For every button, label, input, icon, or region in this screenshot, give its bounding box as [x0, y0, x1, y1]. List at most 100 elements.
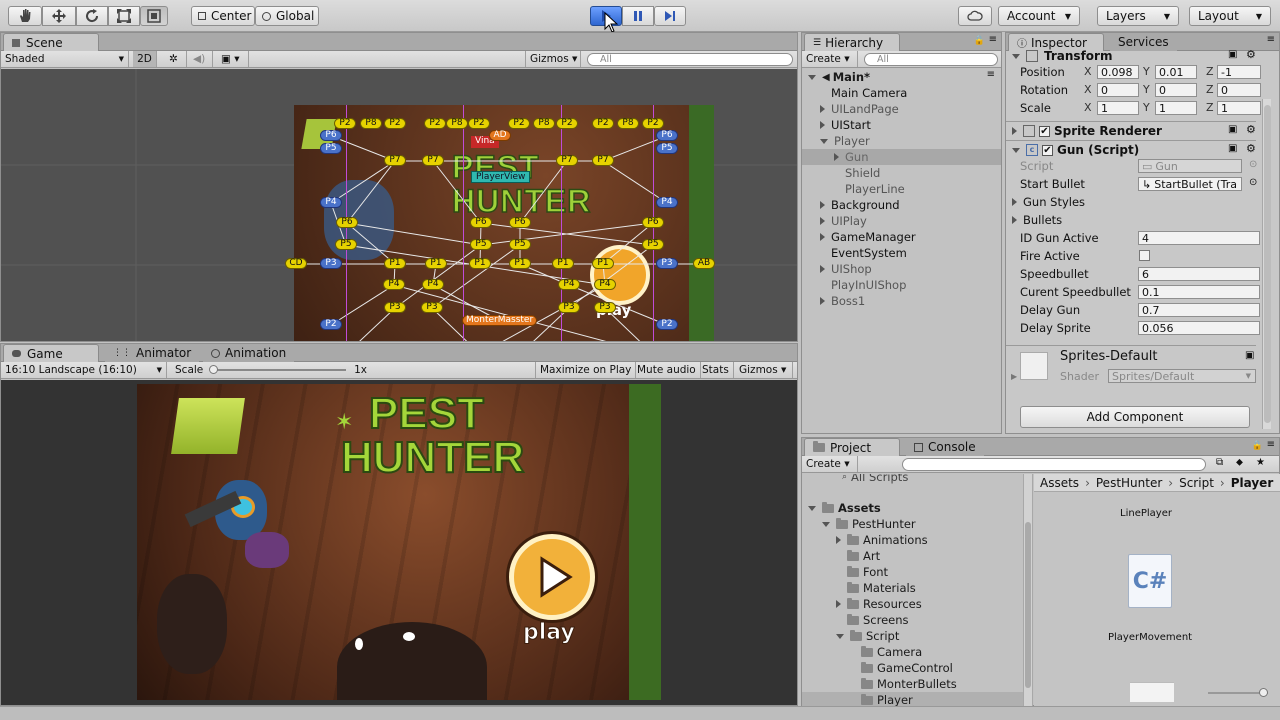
gear-icon[interactable]: ⚙: [1246, 48, 1256, 61]
gear-icon[interactable]: ⚙: [1246, 142, 1256, 155]
expand-arrow-icon[interactable]: [808, 505, 816, 511]
tab-hierarchy[interactable]: ☰ Hierarchy: [804, 33, 900, 51]
mute-audio-toggle[interactable]: Mute audio: [633, 362, 701, 378]
scene-node-p2[interactable]: P2: [468, 118, 490, 129]
hierarchy-item-player[interactable]: Player: [820, 133, 870, 149]
tab-animation[interactable]: Animation: [203, 344, 295, 362]
inspector-scrollbar[interactable]: [1262, 99, 1271, 429]
expand-arrow-icon[interactable]: [836, 536, 841, 544]
project-folder-font[interactable]: Font: [836, 564, 888, 580]
scene-node-p5[interactable]: P5: [642, 239, 664, 250]
scene-node-p5[interactable]: P5: [470, 239, 492, 250]
tree-scroll-thumb[interactable]: [1025, 522, 1031, 688]
scale-y-field[interactable]: 1: [1155, 101, 1197, 115]
project-folder-art[interactable]: Art: [836, 548, 880, 564]
rotation-z-field[interactable]: 0: [1217, 83, 1261, 97]
scene-node-p5[interactable]: P5: [320, 143, 342, 154]
fire-active-checkbox[interactable]: [1139, 250, 1150, 261]
scene-node-p8[interactable]: P8: [360, 118, 382, 129]
project-folder-assets[interactable]: Assets: [808, 500, 881, 516]
help-icon[interactable]: ▣: [1245, 350, 1254, 361]
expand-arrow-icon[interactable]: [834, 153, 839, 161]
scene-node-cd[interactable]: CD: [285, 258, 307, 269]
start-bullet-field[interactable]: ↳ StartBullet (Tra: [1138, 177, 1242, 191]
scale-slider-thumb[interactable]: [209, 365, 219, 374]
expand-arrow-icon[interactable]: [820, 265, 825, 273]
scene-node-p3[interactable]: P3: [558, 302, 580, 313]
hierarchy-item-uiplay[interactable]: UIPlay: [820, 213, 867, 229]
menu-icon[interactable]: ≡: [989, 34, 997, 45]
scene-node-montermasster[interactable]: MonterMasster: [462, 315, 538, 326]
object-picker-icon[interactable]: ⊙: [1249, 177, 1257, 188]
project-folder-camera[interactable]: Camera: [850, 644, 922, 660]
tab-scene[interactable]: Scene: [3, 33, 99, 51]
delay-gun-field[interactable]: 0.7: [1138, 303, 1260, 317]
scene-node-p8[interactable]: P8: [533, 118, 555, 129]
project-folder-gamecontrol[interactable]: GameControl: [850, 660, 953, 676]
id-gun-active-field[interactable]: 4: [1138, 231, 1260, 245]
rotation-y-field[interactable]: 0: [1155, 83, 1197, 97]
scene-node-p7[interactable]: P7: [592, 155, 614, 166]
scene-node-p4[interactable]: P4: [383, 279, 405, 290]
gun-styles-foldout[interactable]: Gun Styles: [1012, 194, 1085, 210]
expand-arrow-icon[interactable]: [820, 297, 825, 305]
maximize-on-play-toggle[interactable]: Maximize on Play: [535, 362, 637, 378]
project-search-input[interactable]: [902, 458, 1206, 471]
scene-node-p1[interactable]: P1: [425, 258, 447, 269]
add-component-button[interactable]: Add Component: [1020, 406, 1250, 428]
all-scripts-item[interactable]: ⌕ All Scripts: [842, 474, 908, 485]
gun-script-header[interactable]: c ✔ Gun (Script): [1012, 142, 1262, 158]
help-icon[interactable]: ▣: [1228, 124, 1237, 135]
scale-slider[interactable]: [209, 365, 347, 374]
scene-node-p8[interactable]: P8: [617, 118, 639, 129]
delay-sprite-field[interactable]: 0.056: [1138, 321, 1260, 335]
lighting-toggle[interactable]: ✲: [165, 51, 187, 67]
hierarchy-item-shield[interactable]: Shield: [834, 165, 880, 181]
scene-node-p7[interactable]: P7: [422, 155, 444, 166]
pause-button[interactable]: [622, 6, 654, 26]
hierarchy-item-eventsystem[interactable]: EventSystem: [820, 245, 907, 261]
scene-node-p1[interactable]: P1: [469, 258, 491, 269]
hierarchy-item-playerline[interactable]: PlayerLine: [834, 181, 905, 197]
project-folder-screens[interactable]: Screens: [836, 612, 909, 628]
gear-icon[interactable]: ⚙: [1246, 123, 1256, 136]
position-x-field[interactable]: 0.098: [1097, 65, 1139, 79]
scene-node-p1[interactable]: P1: [384, 258, 406, 269]
scene-node-p6[interactable]: P6: [336, 217, 358, 228]
scene-node-p3[interactable]: P3: [656, 258, 678, 269]
transform-header[interactable]: Transform: [1012, 48, 1262, 64]
enabled-checkbox[interactable]: ✔: [1039, 125, 1050, 137]
layout-dropdown[interactable]: Layout ▼: [1189, 6, 1271, 26]
rotate-tool-button[interactable]: [76, 6, 108, 26]
scene-node-p2[interactable]: P2: [656, 319, 678, 330]
expand-arrow-icon[interactable]: [836, 633, 844, 639]
scene-node-p8[interactable]: P8: [446, 118, 468, 129]
lock-icon[interactable]: 🔒: [1252, 441, 1263, 451]
shader-dropdown[interactable]: Sprites/Default ▼: [1108, 369, 1256, 383]
scene-node-p6[interactable]: P6: [470, 217, 492, 228]
scene-node-p2[interactable]: P2: [556, 118, 578, 129]
scene-node-p6[interactable]: P6: [656, 130, 678, 141]
expand-arrow-icon[interactable]: ▶: [1011, 372, 1017, 381]
star-icon[interactable]: ★: [1256, 457, 1265, 468]
tree-scrollbar[interactable]: [1023, 474, 1033, 706]
scene-node-p1[interactable]: P1: [592, 258, 614, 269]
icon-size-thumb[interactable]: [1259, 688, 1268, 697]
aspect-dropdown[interactable]: 16:10 Landscape (16:10) ▼: [1, 362, 167, 378]
scene-node-p2[interactable]: P2: [508, 118, 530, 129]
scene-node-p4[interactable]: P4: [594, 279, 616, 290]
scene-node-p4[interactable]: P4: [422, 279, 444, 290]
scene-node-p4[interactable]: P4: [320, 197, 342, 208]
layers-dropdown[interactable]: Layers ▼: [1097, 6, 1179, 26]
scene-node-p2[interactable]: P2: [642, 118, 664, 129]
expand-arrow-icon[interactable]: [836, 600, 841, 608]
scene-node-p5[interactable]: P5: [656, 143, 678, 154]
csharp-script-icon[interactable]: C#: [1128, 554, 1172, 608]
stats-toggle[interactable]: Stats: [698, 362, 734, 378]
help-icon[interactable]: ▣: [1228, 143, 1237, 154]
pivot-toggle[interactable]: Center: [191, 6, 255, 26]
scene-root[interactable]: ◀ Main*: [808, 69, 870, 85]
scene-node-p6[interactable]: P6: [320, 130, 342, 141]
tab-animator[interactable]: ⋮⋮ Animator: [105, 344, 200, 362]
sprite-renderer-header[interactable]: ✔ Sprite Renderer: [1012, 123, 1262, 139]
